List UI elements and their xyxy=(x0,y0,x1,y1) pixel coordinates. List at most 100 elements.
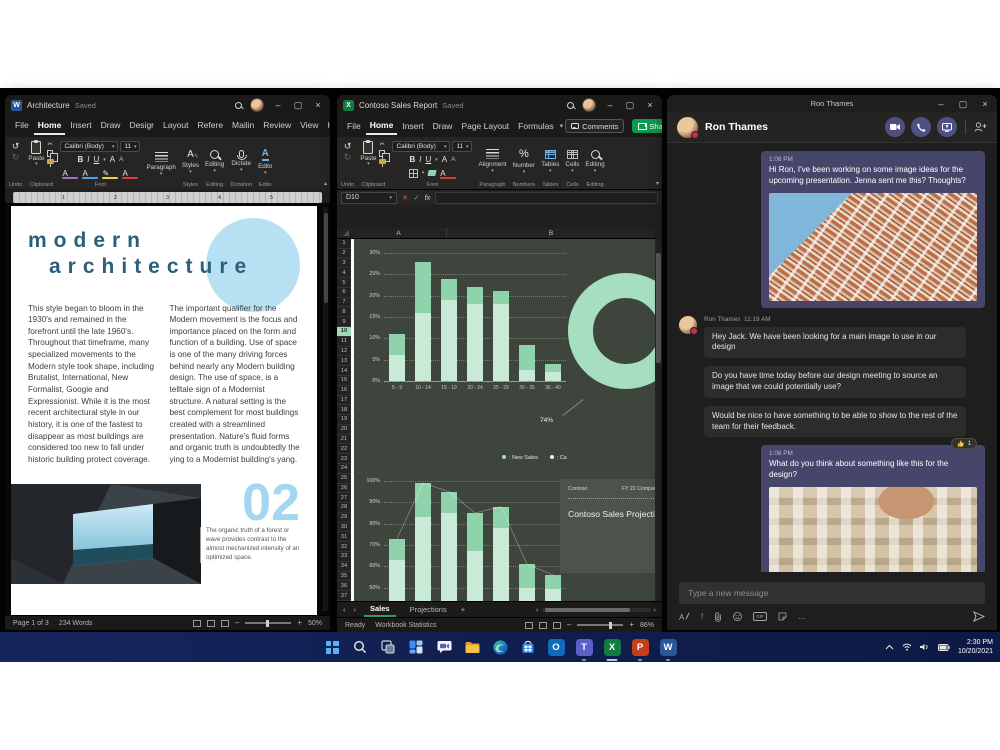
zoom-in-button[interactable]: + xyxy=(629,622,634,628)
normal-view-icon[interactable] xyxy=(525,622,533,629)
excel-tab-page-layout[interactable]: Page Layout xyxy=(457,118,513,134)
account-avatar[interactable] xyxy=(582,98,596,112)
excel-font-name-select[interactable]: Calibri (Body)▾ xyxy=(392,141,450,152)
word-font-name-select[interactable]: Calibri (Body)▾ xyxy=(60,141,118,152)
row-header-31[interactable]: 31 xyxy=(337,532,351,542)
excel-tables-button[interactable]: Tables▾ xyxy=(541,141,559,181)
sheet-tab-sales[interactable]: Sales xyxy=(364,602,396,617)
zoom-in-button[interactable]: + xyxy=(297,620,302,626)
word-tab-draw[interactable]: Draw xyxy=(97,117,125,135)
column-header-a[interactable]: A xyxy=(351,228,447,238)
menu-overflow-chevron[interactable]: ▾ xyxy=(560,122,564,130)
word-tab-layout[interactable]: Layout xyxy=(159,117,193,135)
word-shrink-font-button[interactable]: A xyxy=(119,155,123,164)
minimize-button[interactable]: – xyxy=(272,99,284,111)
account-avatar[interactable] xyxy=(250,98,264,112)
workbook-statistics[interactable]: Workbook Statistics xyxy=(375,622,436,629)
row-header-22[interactable]: 22 xyxy=(337,444,351,454)
excel-tab-file[interactable]: File xyxy=(343,118,365,134)
word-paste-button[interactable]: Paste▾ xyxy=(28,141,44,166)
row-header-24[interactable]: 24 xyxy=(337,464,351,474)
row-header-21[interactable]: 21 xyxy=(337,435,351,445)
row-header-36[interactable]: 36 xyxy=(337,581,351,591)
column-header-b[interactable]: B xyxy=(447,228,655,238)
architecture-model-image[interactable] xyxy=(769,487,977,572)
word-zoom-slider[interactable] xyxy=(245,622,291,624)
row-header-1[interactable]: 1 xyxy=(337,239,351,249)
excel-scrollbar-thumb[interactable] xyxy=(656,253,661,363)
contact-avatar[interactable] xyxy=(679,316,697,334)
cell-name-box[interactable]: D10▾ xyxy=(341,192,397,204)
row-header-26[interactable]: 26 xyxy=(337,484,351,494)
formula-cancel-icon[interactable]: ✕ xyxy=(402,193,408,202)
excel-fill-color-button[interactable] xyxy=(428,170,437,176)
word-word-count[interactable]: 234 Words xyxy=(59,620,93,627)
row-header-8[interactable]: 8 xyxy=(337,307,351,317)
word-scrollbar-thumb[interactable] xyxy=(324,213,328,303)
word-copy-button[interactable] xyxy=(47,150,53,157)
row-header-19[interactable]: 19 xyxy=(337,415,351,425)
minimize-button[interactable]: – xyxy=(604,99,616,111)
teams-icon[interactable]: T xyxy=(572,635,596,659)
word-pen-button[interactable]: ✎ xyxy=(102,169,118,178)
page-layout-icon[interactable] xyxy=(539,622,547,629)
start-icon[interactable] xyxy=(320,635,344,659)
more-options-icon[interactable]: … xyxy=(798,612,806,621)
row-header-29[interactable]: 29 xyxy=(337,513,351,523)
word-zoom-level[interactable]: 50% xyxy=(308,620,322,627)
format-icon[interactable]: A xyxy=(679,612,690,621)
row-header-20[interactable]: 20 xyxy=(337,425,351,435)
word-italic-button[interactable]: I xyxy=(87,155,89,164)
word-grow-font-button[interactable]: A xyxy=(110,155,115,164)
sheet-nav-left[interactable]: ‹ xyxy=(343,605,346,614)
close-button[interactable]: × xyxy=(979,98,991,110)
outlook-icon[interactable]: O xyxy=(544,635,568,659)
row-header-33[interactable]: 33 xyxy=(337,552,351,562)
audio-call-button[interactable] xyxy=(911,117,931,137)
row-header-16[interactable]: 16 xyxy=(337,386,351,396)
task-view-icon[interactable] xyxy=(376,635,400,659)
excel-copy-button[interactable] xyxy=(379,150,385,157)
excel-share-button[interactable]: Share▾ xyxy=(632,119,662,133)
row-header-17[interactable]: 17 xyxy=(337,396,351,406)
row-header-25[interactable]: 25 xyxy=(337,474,351,484)
word-tab-mailin[interactable]: Mailin xyxy=(228,117,258,135)
excel-font-color-button[interactable]: A xyxy=(440,169,456,178)
word-tab-review[interactable]: Review xyxy=(259,117,295,135)
word-edito-button[interactable]: AEdito▾ xyxy=(258,141,272,181)
word-cut-button[interactable]: ✂ xyxy=(47,142,54,148)
collapse-ribbon-icon[interactable]: ▴ xyxy=(324,180,327,187)
word-tab-home[interactable]: Home xyxy=(34,117,66,135)
close-button[interactable]: × xyxy=(312,99,324,111)
excel-grow-font-button[interactable]: A xyxy=(442,155,447,164)
zoom-out-button[interactable]: – xyxy=(235,620,239,626)
row-header-18[interactable]: 18 xyxy=(337,405,351,415)
row-header-28[interactable]: 28 xyxy=(337,503,351,513)
read-mode-icon[interactable] xyxy=(193,620,201,627)
taskbar-clock[interactable]: 2:30 PM 10/20/2021 xyxy=(958,638,993,656)
word-tab-view[interactable]: View xyxy=(296,117,322,135)
print-layout-icon[interactable] xyxy=(207,620,215,627)
excel-number-button[interactable]: %Number▾ xyxy=(513,141,535,181)
row-header-2[interactable]: 2 xyxy=(337,249,351,259)
word-page-indicator[interactable]: Page 1 of 3 xyxy=(13,620,49,627)
row-header-27[interactable]: 27 xyxy=(337,493,351,503)
collapse-ribbon-icon[interactable]: ▾ xyxy=(656,180,659,187)
contact-avatar[interactable] xyxy=(677,117,698,138)
page-break-icon[interactable] xyxy=(553,622,561,629)
excel-undo-button[interactable]: ↺ xyxy=(344,141,352,151)
thumbs-up-reaction[interactable]: 1 xyxy=(951,438,977,449)
tray-chevron-icon[interactable] xyxy=(885,644,894,650)
gif-icon[interactable]: GIF xyxy=(753,612,767,621)
web-layout-icon[interactable] xyxy=(221,620,229,627)
zoom-slider-thumb[interactable] xyxy=(609,622,612,629)
word-icon[interactable]: W xyxy=(656,635,680,659)
chat-history[interactable]: 1:08 PM Hi Ron, I've been working on som… xyxy=(667,143,997,572)
row-header-5[interactable]: 5 xyxy=(337,278,351,288)
word-undo-button[interactable]: ↺ xyxy=(12,141,20,151)
word-tab-insert[interactable]: Insert xyxy=(66,117,95,135)
row-header-23[interactable]: 23 xyxy=(337,454,351,464)
excel-tab-insert[interactable]: Insert xyxy=(398,118,427,134)
emoji-icon[interactable] xyxy=(733,612,742,621)
row-header-3[interactable]: 3 xyxy=(337,259,351,269)
